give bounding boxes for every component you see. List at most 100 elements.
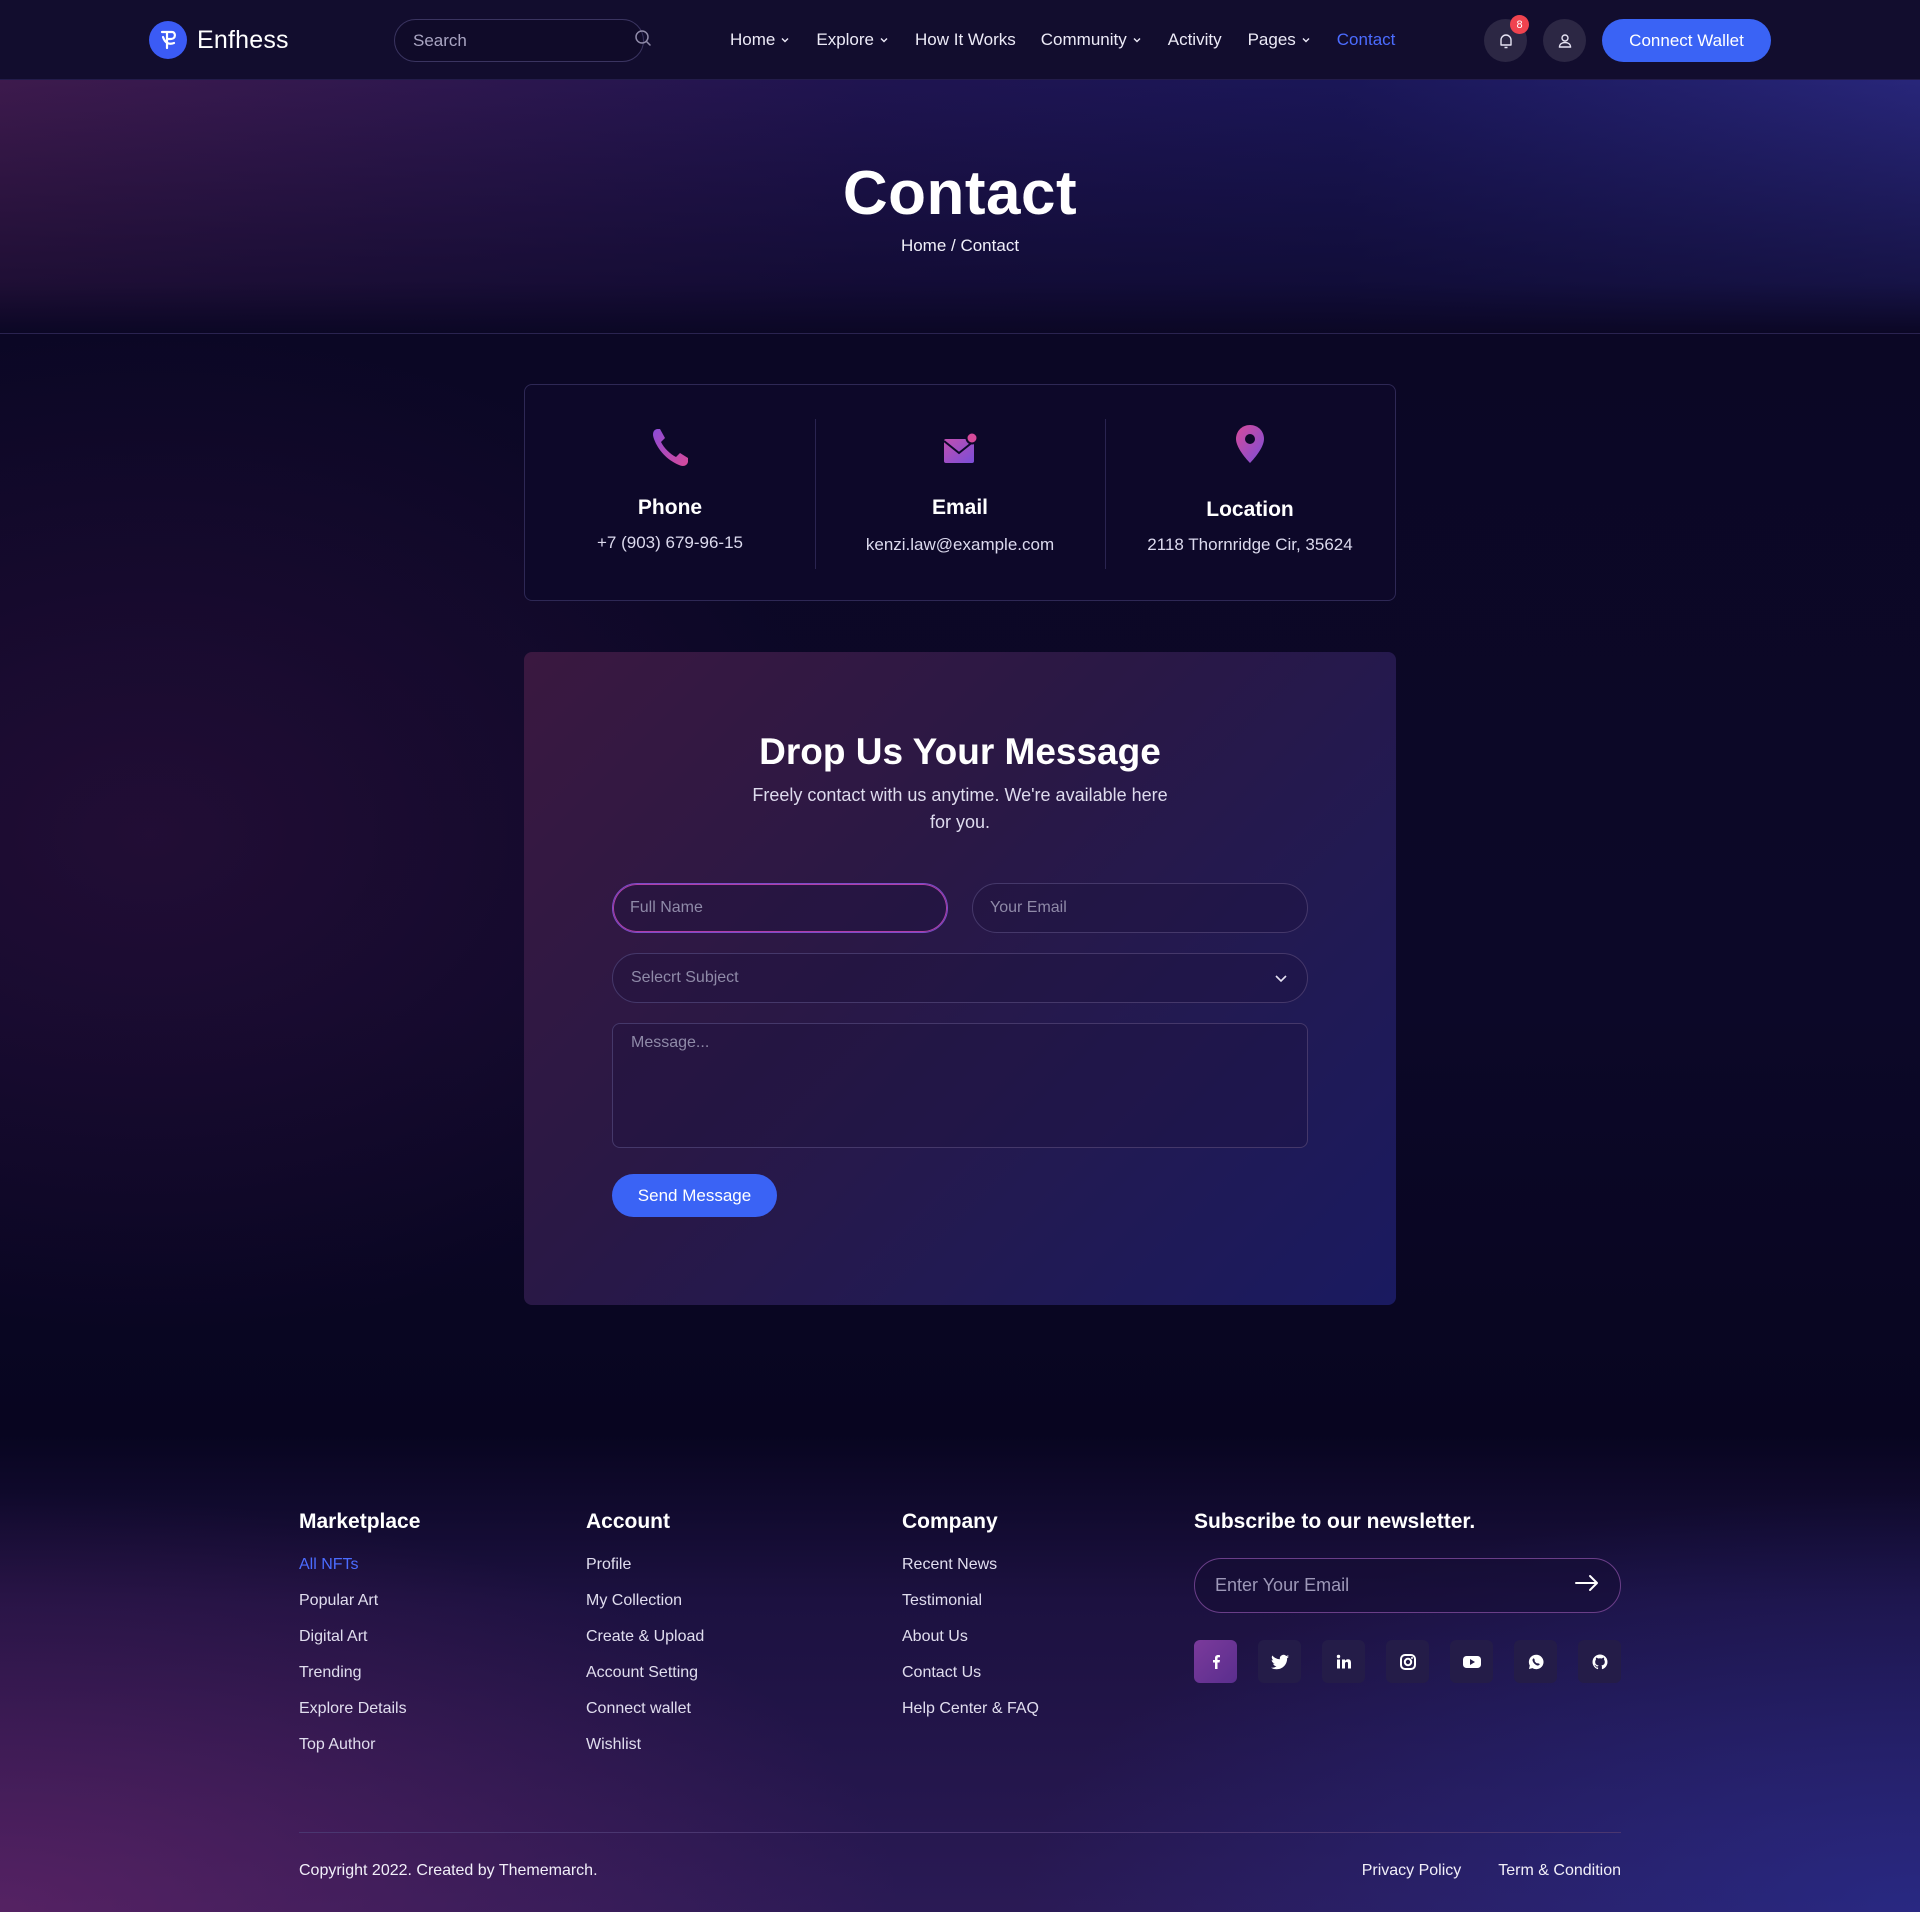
footer-newsletter: Subscribe to our newsletter.	[1194, 1510, 1475, 1555]
contact-info-card: Phone +7 (903) 679-96-15 Email kenzi.law…	[524, 384, 1396, 601]
phone-icon	[648, 425, 692, 476]
contact-phone: Phone +7 (903) 679-96-15	[525, 385, 815, 600]
footer-link-create-upload[interactable]: Create & Upload	[586, 1627, 704, 1663]
form-title: Drop Us Your Message	[759, 731, 1161, 772]
nav-how-it-works[interactable]: How It Works	[915, 28, 1016, 52]
footer-link-contact-us[interactable]: Contact Us	[902, 1663, 1039, 1699]
contact-email: Email kenzi.law@example.com	[815, 385, 1105, 600]
mail-icon	[938, 425, 982, 476]
footer-link-popular-art[interactable]: Popular Art	[299, 1591, 420, 1627]
terms-link[interactable]: Term & Condition	[1498, 1862, 1621, 1880]
footer-account: Account Profile My Collection Create & U…	[586, 1510, 704, 1771]
contact-form-card: Drop Us Your Message Freely contact with…	[524, 652, 1396, 1305]
subject-select-value: Selecrt Subject	[631, 969, 739, 986]
nav-activity-label: Activity	[1167, 30, 1222, 49]
nav-explore-label: Explore	[816, 30, 874, 49]
nav-pages-label: Pages	[1247, 30, 1296, 49]
footer-link-my-collection[interactable]: My Collection	[586, 1591, 704, 1627]
privacy-policy-link[interactable]: Privacy Policy	[1362, 1862, 1462, 1880]
whatsapp-icon[interactable]	[1514, 1640, 1557, 1683]
footer-marketplace: Marketplace All NFTs Popular Art Digital…	[299, 1510, 420, 1771]
phone-title: Phone	[637, 496, 703, 519]
youtube-icon[interactable]	[1450, 1640, 1493, 1683]
breadcrumb: Home / Contact	[900, 236, 1020, 255]
nav-community-label: Community	[1040, 30, 1127, 49]
main-nav: Home Explore How It Works Community Acti…	[730, 28, 1395, 52]
instagram-icon[interactable]	[1386, 1640, 1429, 1683]
bell-icon	[1499, 33, 1512, 48]
connect-wallet-button[interactable]: Connect Wallet	[1602, 19, 1771, 62]
location-pin-icon	[1228, 421, 1272, 472]
footer-link-digital-art[interactable]: Digital Art	[299, 1627, 420, 1663]
brand-name: Enfhess	[197, 25, 289, 54]
search-input[interactable]	[413, 30, 634, 51]
search-icon[interactable]	[634, 29, 652, 52]
footer-link-testimonial[interactable]: Testimonial	[902, 1591, 1039, 1627]
footer-link-profile[interactable]: Profile	[586, 1555, 704, 1591]
email-title: Email	[931, 496, 989, 519]
user-icon	[1558, 33, 1571, 48]
nav-contact-label: Contact	[1336, 30, 1396, 49]
footer-heading: Account	[586, 1510, 670, 1533]
nav-how-it-works-label: How It Works	[915, 30, 1016, 49]
footer-divider	[299, 1832, 1621, 1833]
full-name-field[interactable]	[612, 883, 948, 933]
chevron-down-icon	[781, 38, 789, 43]
legal-links: Privacy Policy Term & Condition	[1362, 1862, 1621, 1880]
nav-contact[interactable]: Contact	[1337, 28, 1396, 52]
footer-link-connect-wallet[interactable]: Connect wallet	[586, 1699, 704, 1735]
logo-mark-icon	[149, 21, 187, 59]
contact-location: Location 2118 Thornridge Cir, 35624	[1105, 385, 1395, 600]
email-value: kenzi.law@example.com	[865, 535, 1055, 554]
twitter-icon[interactable]	[1258, 1640, 1301, 1683]
message-field[interactable]	[612, 1023, 1308, 1148]
footer-link-help-center[interactable]: Help Center & FAQ	[902, 1699, 1039, 1735]
chevron-down-icon	[880, 38, 888, 43]
chevron-down-icon	[1302, 38, 1310, 43]
newsletter-heading: Subscribe to our newsletter.	[1194, 1510, 1476, 1533]
nav-home-label: Home	[730, 30, 776, 49]
profile-button[interactable]	[1543, 19, 1586, 62]
footer-link-account-setting[interactable]: Account Setting	[586, 1663, 704, 1699]
linkedin-icon[interactable]	[1322, 1640, 1365, 1683]
footer-heading: Marketplace	[299, 1510, 421, 1533]
footer-heading: Company	[902, 1510, 998, 1533]
copyright-text: Copyright 2022. Created by Thememarch.	[299, 1862, 598, 1879]
newsletter-email-input[interactable]	[1215, 1575, 1574, 1596]
subject-select[interactable]: Selecrt Subject	[612, 953, 1308, 1003]
nav-community[interactable]: Community	[1041, 28, 1142, 52]
page-title: Contact	[842, 159, 1078, 228]
page-hero: Contact Home / Contact	[0, 80, 1920, 334]
brand-logo[interactable]: Enfhess	[149, 20, 289, 60]
location-title: Location	[1206, 498, 1294, 521]
nav-explore[interactable]: Explore	[816, 28, 889, 52]
chevron-down-icon	[1133, 38, 1141, 43]
email-field[interactable]	[972, 883, 1308, 933]
facebook-icon[interactable]	[1194, 1640, 1237, 1683]
footer-company: Company Recent News Testimonial About Us…	[902, 1510, 1039, 1735]
footer-link-wishlist[interactable]: Wishlist	[586, 1735, 704, 1771]
newsletter-form	[1194, 1558, 1621, 1613]
github-icon[interactable]	[1578, 1640, 1621, 1683]
form-subtitle: Freely contact with us anytime. We're av…	[752, 785, 1168, 832]
phone-value: +7 (903) 679-96-15	[596, 533, 744, 552]
footer-link-about-us[interactable]: About Us	[902, 1627, 1039, 1663]
footer: Marketplace All NFTs Popular Art Digital…	[0, 1434, 1920, 1912]
footer-link-recent-news[interactable]: Recent News	[902, 1555, 1039, 1591]
notification-badge: 8	[1510, 15, 1529, 34]
notifications-button[interactable]: 8	[1484, 15, 1529, 62]
footer-link-all-nfts[interactable]: All NFTs	[299, 1555, 420, 1591]
location-value: 2118 Thornridge Cir, 35624	[1147, 535, 1353, 554]
send-message-button[interactable]: Send Message	[612, 1174, 777, 1217]
top-navbar: Enfhess Home Explore How It Works Commun…	[0, 0, 1920, 80]
nav-pages[interactable]: Pages	[1248, 28, 1311, 52]
chevron-down-icon	[1275, 975, 1287, 983]
arrow-right-icon[interactable]	[1574, 1574, 1600, 1597]
nav-activity[interactable]: Activity	[1168, 28, 1222, 52]
footer-link-top-author[interactable]: Top Author	[299, 1735, 420, 1771]
footer-link-explore-details[interactable]: Explore Details	[299, 1699, 420, 1735]
social-links	[1194, 1640, 1621, 1683]
footer-link-trending[interactable]: Trending	[299, 1663, 420, 1699]
search-box[interactable]	[394, 19, 651, 62]
nav-home[interactable]: Home	[730, 28, 790, 52]
